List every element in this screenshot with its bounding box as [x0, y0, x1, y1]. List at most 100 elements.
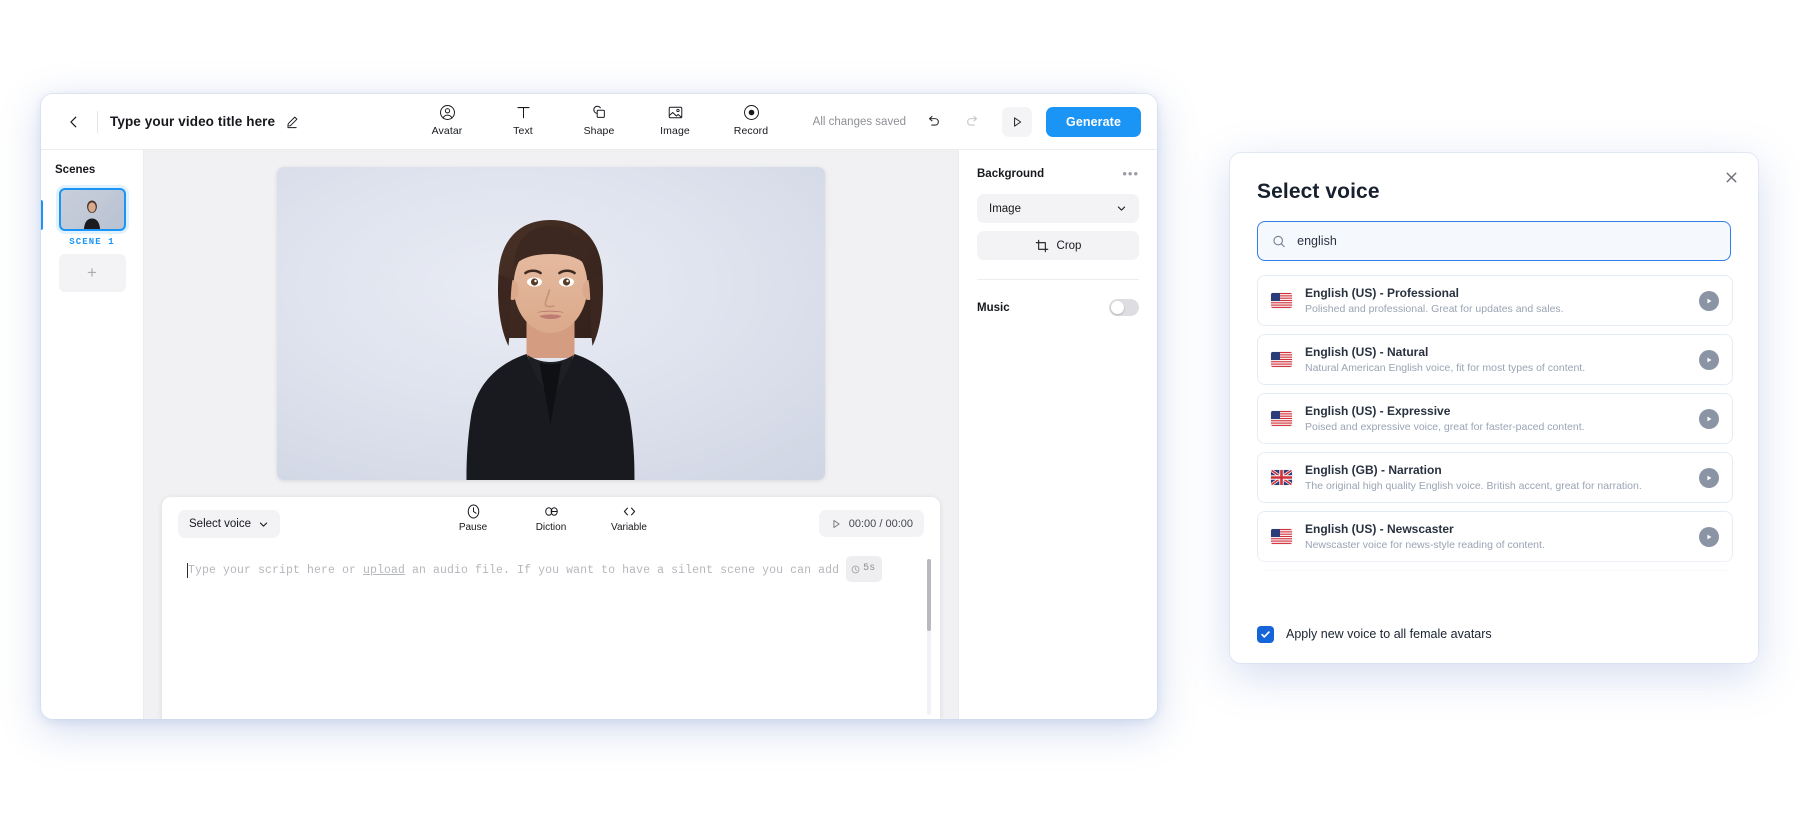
tool-record-label: Record	[734, 125, 768, 137]
chevron-down-icon	[258, 519, 269, 530]
generate-button[interactable]: Generate	[1046, 107, 1141, 137]
save-status: All changes saved	[813, 116, 906, 128]
tool-record[interactable]: Record	[728, 102, 774, 137]
voice-search-box[interactable]	[1257, 221, 1731, 261]
scenes-title: Scenes	[41, 164, 143, 176]
play-icon[interactable]	[1699, 291, 1719, 311]
avatar-image	[429, 212, 674, 480]
voice-description: Natural American English voice, fit for …	[1305, 362, 1686, 374]
modal-footer: Apply new voice to all female avatars	[1230, 605, 1758, 663]
flag-us-icon	[1271, 411, 1292, 426]
tool-avatar[interactable]: Avatar	[424, 102, 470, 137]
panel-divider	[977, 279, 1139, 280]
script-textarea[interactable]: Type your script here or upload an audio…	[162, 551, 940, 719]
user-circle-icon	[439, 102, 456, 122]
flag-us-icon	[1271, 293, 1292, 308]
voice-name: English (US) - Newscaster	[1305, 522, 1686, 536]
background-title: Background	[977, 168, 1044, 180]
pause-chip[interactable]: 5s	[846, 556, 882, 582]
scene-label-1: SCENE 1	[41, 237, 143, 247]
toolbar-divider	[97, 111, 98, 133]
voice-list-item[interactable]: English (US) - Professional Polished and…	[1257, 275, 1733, 326]
preview-button[interactable]	[1002, 107, 1032, 137]
voice-name: English (GB) - Narration	[1305, 463, 1686, 477]
voice-description: The original high quality English voice.…	[1305, 480, 1686, 492]
apply-all-checkbox[interactable]	[1257, 626, 1274, 643]
voice-list-item-partial[interactable]: English (GB) - Original	[1257, 570, 1733, 580]
script-toolbar: Select voice Pause	[162, 497, 940, 551]
upload-link[interactable]: upload	[363, 564, 405, 577]
redo-button[interactable]	[960, 109, 986, 135]
record-dot-icon	[743, 102, 760, 122]
flag-us-icon	[1271, 352, 1292, 367]
voice-list-item[interactable]: English (US) - Newscaster Newscaster voi…	[1257, 511, 1733, 562]
tool-shape[interactable]: Shape	[576, 102, 622, 137]
music-toggle[interactable]	[1109, 299, 1139, 316]
tool-text[interactable]: Text	[500, 102, 546, 137]
voice-texts: English (US) - Natural Natural American …	[1305, 345, 1686, 374]
redo-arrow-icon	[965, 114, 981, 130]
scene-thumbnail-1[interactable]	[59, 188, 126, 231]
play-icon[interactable]	[1699, 468, 1719, 488]
play-icon[interactable]	[1699, 350, 1719, 370]
background-type-select[interactable]: Image	[977, 194, 1139, 223]
play-triangle-icon	[830, 518, 842, 530]
select-voice-dropdown[interactable]: Select voice	[178, 510, 280, 538]
voice-list-item[interactable]: English (GB) - Narration The original hi…	[1257, 452, 1733, 503]
voice-description: Polished and professional. Great for upd…	[1305, 303, 1686, 315]
add-scene-button[interactable]: +	[59, 254, 126, 292]
close-modal-button[interactable]	[1721, 167, 1741, 187]
voice-texts: English (US) - Newscaster Newscaster voi…	[1305, 522, 1686, 551]
scenes-panel: Scenes SCENE 1 +	[41, 150, 144, 719]
script-scrollbar[interactable]	[927, 559, 931, 631]
crop-icon	[1035, 239, 1049, 253]
tool-image[interactable]: Image	[652, 102, 698, 137]
play-icon[interactable]	[1699, 527, 1719, 547]
video-preview[interactable]	[277, 167, 825, 480]
undo-arrow-icon	[925, 114, 941, 130]
voice-name: English (US) - Professional	[1305, 286, 1686, 300]
modal-title: Select voice	[1230, 153, 1758, 204]
tool-text-label: Text	[513, 125, 533, 137]
play-icon[interactable]	[1699, 409, 1719, 429]
voice-name: English (US) - Expressive	[1305, 404, 1686, 418]
voice-list-item[interactable]: English (US) - Expressive Poised and exp…	[1257, 393, 1733, 444]
crop-button[interactable]: Crop	[977, 231, 1139, 260]
clock-icon	[851, 565, 860, 574]
pause-chip-label: 5s	[863, 557, 875, 581]
insert-tools: Avatar Text	[424, 102, 774, 137]
ae-ligature-icon	[543, 503, 560, 520]
chevron-down-icon	[1116, 203, 1127, 214]
voice-list-item[interactable]: English (US) - Natural Natural American …	[1257, 334, 1733, 385]
script-tool-diction[interactable]: Diction	[527, 503, 575, 533]
toolbar-actions: All changes saved	[813, 94, 1141, 150]
back-button[interactable]	[57, 105, 91, 139]
voice-list[interactable]: English (US) - Professional Polished and…	[1257, 275, 1733, 580]
script-tool-variable[interactable]: Variable	[605, 503, 653, 533]
flag-gb-icon	[1271, 470, 1292, 485]
audio-timer-label: 00:00 / 00:00	[849, 518, 913, 530]
background-section-header: Background •••	[977, 167, 1139, 180]
script-tool-diction-label: Diction	[536, 522, 567, 533]
crop-label: Crop	[1057, 240, 1082, 252]
ellipsis-icon[interactable]: •••	[1122, 167, 1139, 180]
script-tool-variable-label: Variable	[611, 522, 647, 533]
voice-search-input[interactable]	[1297, 222, 1716, 260]
image-icon	[667, 102, 684, 122]
text-t-icon	[515, 102, 532, 122]
voice-description: Poised and expressive voice, great for f…	[1305, 421, 1686, 433]
edit-title-button[interactable]	[285, 115, 299, 129]
video-editor-window: Type your video title here	[41, 94, 1157, 719]
tool-avatar-label: Avatar	[432, 125, 463, 137]
script-tool-pause[interactable]: Pause	[449, 503, 497, 533]
music-section: Music	[977, 299, 1139, 316]
tool-shape-label: Shape	[584, 125, 615, 137]
audio-timer[interactable]: 00:00 / 00:00	[819, 510, 924, 537]
undo-button[interactable]	[920, 109, 946, 135]
close-x-icon	[1725, 171, 1738, 184]
video-title[interactable]: Type your video title here	[110, 114, 275, 129]
background-type-value: Image	[989, 203, 1021, 215]
pencil-icon	[285, 115, 299, 129]
flag-us-icon	[1271, 529, 1292, 544]
active-scene-indicator	[41, 200, 43, 230]
